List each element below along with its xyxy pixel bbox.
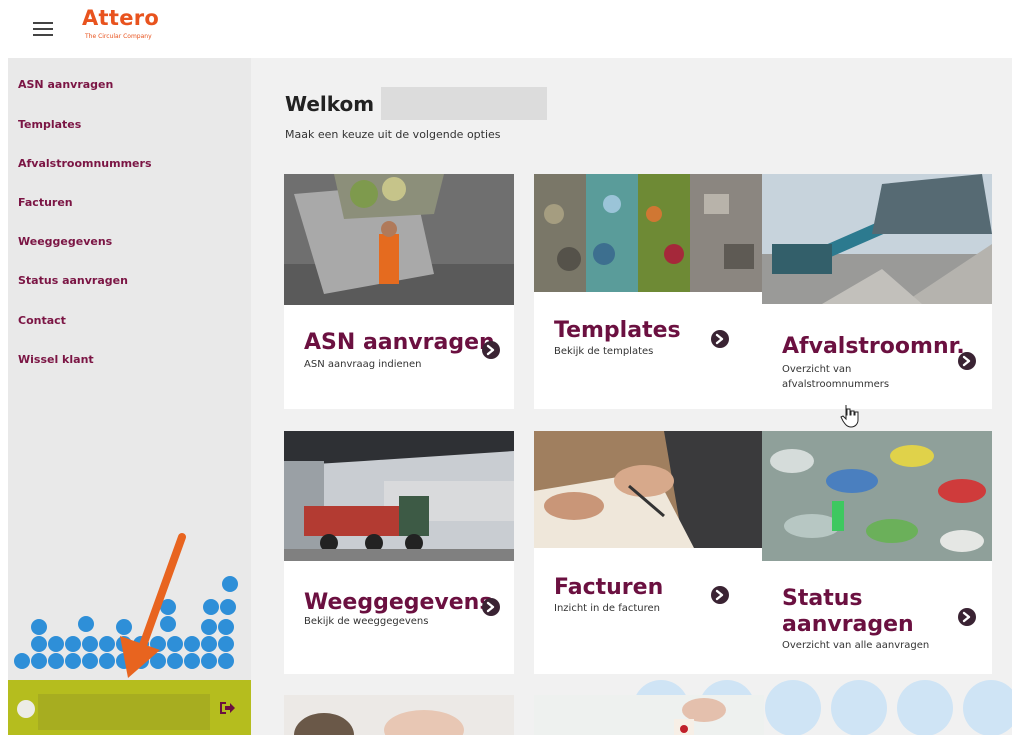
- card-title-line-1: Status: [782, 586, 863, 611]
- decorative-dots: [14, 576, 238, 669]
- page-subtitle: Maak een keuze uit de volgende opties: [285, 128, 501, 141]
- card-description: Inzicht in de facturen: [554, 603, 661, 614]
- card-image-plastic-bottles: [762, 431, 992, 561]
- card-title: ASN aanvragen: [304, 330, 495, 355]
- card-contact-partial[interactable]: [284, 695, 514, 735]
- sidebar-item-weeggegevens[interactable]: Weeggegevens: [18, 235, 112, 248]
- user-bar: [8, 680, 251, 735]
- arrow-circle-right-icon[interactable]: [482, 598, 500, 616]
- card-image-headset: [284, 695, 514, 735]
- card-description: ASN aanvraag indienen: [304, 359, 422, 370]
- card-title: Facturen: [554, 575, 664, 600]
- arrow-circle-right-icon[interactable]: [711, 330, 729, 348]
- arrow-circle-right-icon[interactable]: [482, 341, 500, 359]
- card-facturen[interactable]: Facturen Inzicht in de facturen: [534, 431, 764, 674]
- avatar: [17, 700, 35, 718]
- card-status-aanvragen[interactable]: Status aanvragen Overzicht van alle aanv…: [762, 431, 992, 674]
- arrow-circle-right-icon[interactable]: [711, 586, 729, 604]
- sidebar: ASN aanvragen Templates Afvalstroomnumme…: [8, 58, 251, 680]
- top-header: Attero The Circular Company: [0, 0, 1012, 58]
- sidebar-item-status-aanvragen[interactable]: Status aanvragen: [18, 274, 128, 287]
- arrow-circle-right-icon[interactable]: [958, 352, 976, 370]
- card-title-line-2: aanvragen: [782, 612, 914, 637]
- card-image-waste-truck: [284, 174, 514, 305]
- page-title: Welkom: [285, 92, 375, 116]
- user-name-redacted: [38, 694, 210, 730]
- card-image-paperwork: [534, 431, 764, 548]
- card-weeggegevens[interactable]: Weeggegevens Bekijk de weeggegevens: [284, 431, 514, 674]
- logo-text: Attero: [82, 6, 160, 30]
- card-description: Bekijk de templates: [554, 346, 654, 357]
- user-name-redacted-block: [381, 87, 547, 120]
- sidebar-item-contact[interactable]: Contact: [18, 314, 66, 327]
- card-title: Afvalstroomnr.: [782, 334, 965, 359]
- card-asn-aanvragen[interactable]: ASN aanvragen ASN aanvraag indienen: [284, 174, 514, 409]
- sidebar-item-templates[interactable]: Templates: [18, 118, 81, 131]
- card-image-recycling-plant: [762, 174, 992, 304]
- card-wissel-klant-partial[interactable]: [534, 695, 764, 735]
- card-image-weighbridge: [284, 431, 514, 561]
- sidebar-item-wissel-klant[interactable]: Wissel klant: [18, 353, 94, 366]
- hamburger-menu-icon[interactable]: [33, 21, 53, 37]
- card-afvalstroomnr[interactable]: Afvalstroomnr. Overzicht van afvalstroom…: [762, 174, 992, 409]
- logo-tagline: The Circular Company: [85, 33, 152, 40]
- card-description: Overzicht van alle aanvragen: [782, 640, 930, 651]
- card-description: Bekijk de weeggegevens: [304, 616, 429, 627]
- attero-logo[interactable]: Attero The Circular Company: [82, 6, 182, 46]
- card-templates[interactable]: Templates Bekijk de templates: [534, 174, 764, 409]
- logout-icon[interactable]: [217, 698, 237, 718]
- card-image-waste-types: [534, 174, 764, 292]
- main-content: Welkom Maak een keuze uit de volgende op…: [251, 58, 1012, 735]
- card-description: Overzicht van afvalstroomnummers: [782, 364, 890, 390]
- card-image-dice: [534, 695, 764, 735]
- arrow-circle-right-icon[interactable]: [958, 608, 976, 626]
- sidebar-item-facturen[interactable]: Facturen: [18, 196, 73, 209]
- sidebar-item-asn-aanvragen[interactable]: ASN aanvragen: [18, 78, 113, 91]
- sidebar-item-afvalstroomnummers[interactable]: Afvalstroomnummers: [18, 157, 152, 170]
- card-title: Templates: [554, 318, 681, 343]
- card-title: Weeggegevens: [304, 590, 493, 615]
